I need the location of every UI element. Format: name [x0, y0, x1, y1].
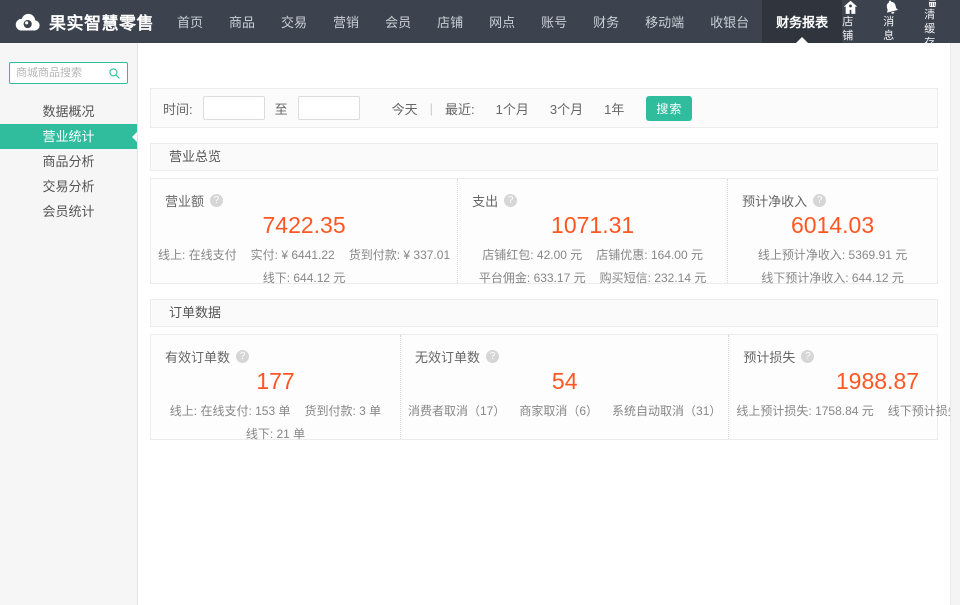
messages-label: 消息 [883, 16, 900, 44]
nav-item-outlet[interactable]: 网点 [476, 0, 528, 43]
messages-button[interactable]: 消息 [883, 0, 900, 44]
start-date-input[interactable] [203, 96, 265, 120]
sidebar-search-box [9, 62, 128, 84]
expense-detail-row: 店铺红包: 42.00 元店铺优惠: 164.00 元 [458, 246, 727, 263]
business-overview-stats: 营业额 ? 7422.35 线上: 在线支付实付: ¥ 6441.22货到付款:… [150, 178, 938, 284]
sidebar-item-trade-analysis[interactable]: 交易分析 [0, 174, 137, 199]
nav-item-shop[interactable]: 店铺 [424, 0, 476, 43]
order-data-header: 订单数据 [150, 299, 938, 327]
nav-item-mobile[interactable]: 移动端 [632, 0, 697, 43]
main-menu: 首页 商品 交易 营销 会员 店铺 网点 账号 财务 移动端 收银台 财务报表 [164, 0, 842, 43]
to-label: 至 [275, 99, 288, 118]
end-date-input[interactable] [298, 96, 360, 120]
vertical-scrollbar[interactable] [950, 43, 960, 605]
invalid-orders-card: 无效订单数 ? 54 消费者取消（17）商家取消（6）系统自动取消（31） [400, 335, 728, 439]
sidebar-item-goods-analysis[interactable]: 商品分析 [0, 149, 137, 174]
expense-detail-row: 平台佣金: 633.17 元购买短信: 232.14 元 [458, 269, 727, 286]
sidebar-item-business-stats[interactable]: 营业统计 [0, 124, 137, 149]
shop-action-button[interactable]: 店铺 [842, 0, 859, 44]
net-income-card: 预计净收入 ? 6014.03 线上预计净收入: 5369.91 元 线下预计净… [727, 179, 937, 283]
time-label: 时间: [163, 99, 193, 118]
nav-item-finance[interactable]: 财务 [580, 0, 632, 43]
today-link[interactable]: 今天 [392, 99, 418, 118]
nav-item-account[interactable]: 账号 [528, 0, 580, 43]
valid-orders-title: 有效订单数 [165, 347, 230, 366]
net-income-value: 6014.03 [728, 212, 937, 239]
valid-orders-value: 177 [151, 368, 400, 395]
range-1-month-link[interactable]: 1个月 [496, 99, 529, 118]
main-content: 时间: 至 今天 | 最近: 1个月 3个月 1年 搜索 营业总览 营业额 ? … [139, 43, 950, 605]
order-data-stats: 有效订单数 ? 177 线上: 在线支付: 153 单货到付款: 3 单 线下:… [150, 334, 938, 440]
valid-orders-detail-row: 线下: 21 单 [151, 425, 400, 442]
filter-separator: | [430, 101, 433, 116]
help-icon[interactable]: ? [486, 350, 499, 363]
nav-item-home[interactable]: 首页 [164, 0, 216, 43]
sidebar: 数据概况 营业统计 商品分析 交易分析 会员统计 [0, 43, 138, 605]
expense-title: 支出 [472, 191, 498, 210]
brand-title: 果实智慧零售 [49, 9, 154, 34]
top-navbar: 果实智慧零售 首页 商品 交易 营销 会员 店铺 网点 账号 财务 移动端 收银… [0, 0, 960, 43]
goods-search-input[interactable] [16, 67, 108, 79]
search-icon[interactable] [108, 67, 121, 80]
shop-action-label: 店铺 [842, 16, 859, 44]
search-button[interactable]: 搜索 [646, 96, 692, 121]
clear-cache-label: 清缓存 [924, 9, 941, 50]
sidebar-menu: 数据概况 营业统计 商品分析 交易分析 会员统计 [0, 99, 137, 224]
shop-icon [842, 0, 859, 16]
nav-item-cashier[interactable]: 收银台 [697, 0, 762, 43]
invalid-orders-title: 无效订单数 [415, 347, 480, 366]
sidebar-item-member-stats[interactable]: 会员统计 [0, 199, 137, 224]
range-1-year-link[interactable]: 1年 [604, 99, 624, 118]
range-3-month-link[interactable]: 3个月 [550, 99, 583, 118]
cloud-logo-icon [12, 11, 42, 33]
revenue-detail-row: 线上: 在线支付实付: ¥ 6441.22货到付款: ¥ 337.01 [151, 246, 457, 263]
expense-card: 支出 ? 1071.31 店铺红包: 42.00 元店铺优惠: 164.00 元… [457, 179, 727, 283]
revenue-card: 营业额 ? 7422.35 线上: 在线支付实付: ¥ 6441.22货到付款:… [151, 179, 457, 283]
nav-item-trade[interactable]: 交易 [268, 0, 320, 43]
invalid-orders-value: 54 [401, 368, 728, 395]
net-income-title: 预计净收入 [742, 191, 807, 210]
invalid-orders-detail-row: 消费者取消（17）商家取消（6）系统自动取消（31） [401, 402, 728, 419]
estimated-loss-value: 1988.87 [729, 368, 960, 395]
help-icon[interactable]: ? [504, 194, 517, 207]
revenue-detail-row: 线下: 644.12 元 [151, 269, 457, 286]
nav-item-goods[interactable]: 商品 [216, 0, 268, 43]
help-icon[interactable]: ? [801, 350, 814, 363]
broom-icon [924, 0, 941, 9]
help-icon[interactable]: ? [210, 194, 223, 207]
nav-item-marketing[interactable]: 营销 [320, 0, 372, 43]
sidebar-item-data-overview[interactable]: 数据概况 [0, 99, 137, 124]
net-income-detail-row: 线下预计净收入: 644.12 元 [728, 269, 937, 286]
valid-orders-card: 有效订单数 ? 177 线上: 在线支付: 153 单货到付款: 3 单 线下:… [151, 335, 400, 439]
brand-logo[interactable]: 果实智慧零售 [0, 0, 164, 43]
revenue-value: 7422.35 [151, 212, 457, 239]
recent-label: 最近: [445, 99, 475, 118]
estimated-loss-detail-row: 线上预计损失: 1758.84 元线下预计损失: 230.03 元 [729, 402, 960, 419]
nav-item-finance-report[interactable]: 财务报表 [762, 0, 842, 43]
time-filter-bar: 时间: 至 今天 | 最近: 1个月 3个月 1年 搜索 [150, 88, 938, 128]
nav-item-member[interactable]: 会员 [372, 0, 424, 43]
valid-orders-detail-row: 线上: 在线支付: 153 单货到付款: 3 单 [151, 402, 400, 419]
business-overview-header: 营业总览 [150, 143, 938, 171]
help-icon[interactable]: ? [236, 350, 249, 363]
estimated-loss-card: 预计损失 ? 1988.87 线上预计损失: 1758.84 元线下预计损失: … [728, 335, 960, 439]
help-icon[interactable]: ? [813, 194, 826, 207]
revenue-title: 营业额 [165, 191, 204, 210]
estimated-loss-title: 预计损失 [743, 347, 795, 366]
expense-value: 1071.31 [458, 212, 727, 239]
net-income-detail-row: 线上预计净收入: 5369.91 元 [728, 246, 937, 263]
clear-cache-button[interactable]: 清缓存 [924, 0, 941, 51]
navbar-actions: 店铺 消息 清缓存 [842, 0, 960, 43]
